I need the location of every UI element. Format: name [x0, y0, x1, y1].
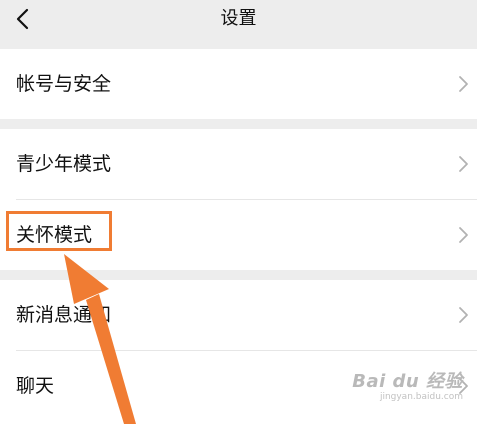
chevron-right-icon — [459, 307, 468, 323]
watermark-brand: Bai du 经验 — [352, 371, 463, 392]
chevron-right-icon — [459, 76, 468, 92]
watermark: Bai du 经验 jingyan.baidu.com — [352, 372, 463, 403]
chevron-right-icon — [459, 227, 468, 243]
settings-item-new-message-notification[interactable]: 新消息通知 — [0, 280, 477, 350]
settings-group-account: 帐号与安全 — [0, 49, 477, 119]
settings-item-label: 新消息通知 — [16, 304, 112, 326]
page-title: 设置 — [220, 8, 257, 29]
nav-header: 设置 — [0, 0, 477, 44]
settings-item-label: 青少年模式 — [16, 153, 112, 175]
settings-item-label: 聊天 — [16, 375, 55, 397]
chevron-right-icon — [459, 156, 468, 172]
watermark-url: jingyan.baidu.com — [379, 392, 463, 402]
settings-item-youth-mode[interactable]: 青少年模式 — [0, 129, 477, 199]
highlight-box — [6, 211, 112, 251]
settings-item-account-security[interactable]: 帐号与安全 — [0, 49, 477, 119]
settings-item-label: 帐号与安全 — [16, 73, 112, 95]
